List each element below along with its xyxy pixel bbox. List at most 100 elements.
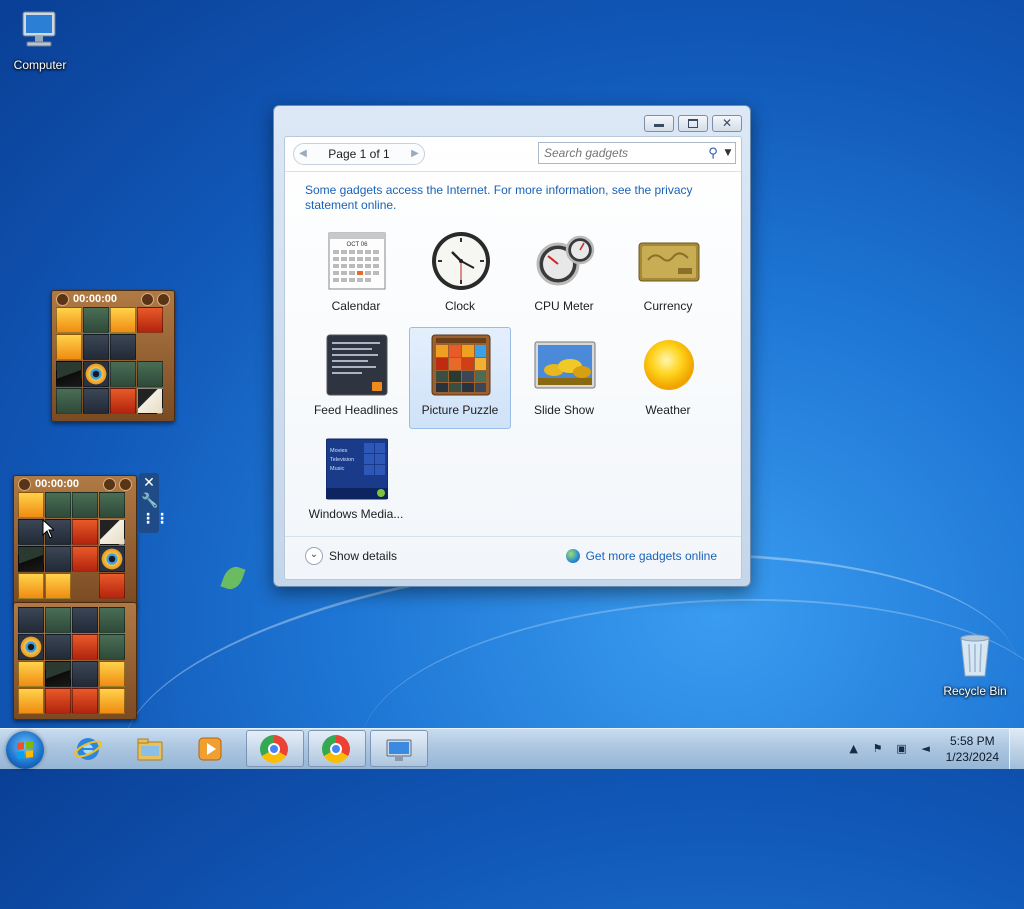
puzzle-tile[interactable] bbox=[72, 688, 98, 714]
puzzle-tile[interactable] bbox=[110, 361, 136, 387]
previous-page-icon[interactable]: ◀ bbox=[294, 145, 312, 163]
gadget-tile-clock[interactable]: Clock bbox=[409, 223, 511, 325]
puzzle-tile[interactable] bbox=[18, 546, 44, 572]
action-center-icon[interactable]: ⚑ bbox=[870, 741, 886, 757]
puzzle-tile[interactable] bbox=[45, 634, 71, 660]
puzzle-tile[interactable] bbox=[83, 361, 109, 387]
search-input[interactable] bbox=[539, 144, 705, 162]
taskbar-windows-explorer[interactable] bbox=[122, 730, 180, 767]
slide-show-icon bbox=[534, 341, 596, 389]
drag-handle-icon[interactable]: ⋮⋮ bbox=[141, 511, 169, 527]
puzzle-tile[interactable] bbox=[99, 661, 125, 687]
puzzle-tile[interactable] bbox=[56, 361, 82, 387]
timer-icon[interactable] bbox=[56, 292, 69, 306]
puzzle-tile[interactable] bbox=[56, 388, 82, 414]
maximize-button[interactable] bbox=[678, 115, 708, 132]
picture-puzzle-gadget[interactable]: 00:00:00 bbox=[51, 290, 175, 422]
puzzle-tile[interactable] bbox=[72, 492, 98, 518]
taskbar-internet-explorer[interactable] bbox=[60, 730, 118, 767]
show-details-button[interactable]: ⌄ Show details bbox=[305, 547, 397, 565]
gadget-tile-feed-headlines[interactable]: Feed Headlines bbox=[305, 327, 407, 429]
puzzle-tile[interactable] bbox=[83, 307, 109, 333]
help-icon[interactable] bbox=[141, 292, 154, 306]
search-icon[interactable]: ⚲ bbox=[705, 146, 721, 161]
network-icon[interactable]: ▣ bbox=[894, 741, 910, 757]
puzzle-tile[interactable] bbox=[45, 661, 71, 687]
solve-icon[interactable] bbox=[119, 477, 132, 491]
puzzle-tile[interactable] bbox=[45, 688, 71, 714]
puzzle-tile[interactable] bbox=[18, 492, 44, 518]
close-icon[interactable]: ✕ bbox=[141, 475, 157, 491]
puzzle-tile[interactable] bbox=[72, 519, 98, 545]
taskbar-media-player[interactable] bbox=[182, 730, 240, 767]
show-desktop-button[interactable] bbox=[1009, 729, 1024, 769]
chrome-icon bbox=[322, 735, 352, 765]
picture-puzzle-gadget[interactable] bbox=[13, 602, 137, 720]
puzzle-tile[interactable] bbox=[45, 546, 71, 572]
gadget-tile-calendar[interactable]: OCT 06 Calendar bbox=[305, 223, 407, 325]
puzzle-tile[interactable] bbox=[99, 634, 125, 660]
gadget-tile-currency[interactable]: Currency bbox=[617, 223, 719, 325]
puzzle-tile[interactable] bbox=[99, 492, 125, 518]
gadget-tile-slide-show[interactable]: Slide Show bbox=[513, 327, 615, 429]
puzzle-tile[interactable] bbox=[137, 388, 163, 414]
puzzle-tile[interactable] bbox=[110, 388, 136, 414]
puzzle-tile[interactable] bbox=[72, 634, 98, 660]
taskbar-remote-desktop[interactable] bbox=[370, 730, 428, 767]
options-icon[interactable]: 🔧 bbox=[141, 493, 158, 509]
privacy-info-link[interactable]: Some gadgets access the Internet. For mo… bbox=[305, 183, 725, 213]
desktop-icon-recycle-bin[interactable]: Recycle Bin bbox=[935, 630, 1015, 698]
gadget-tile-weather[interactable]: Weather bbox=[617, 327, 719, 429]
gadget-toolbar: ✕ 🔧 ⋮⋮ bbox=[139, 473, 169, 533]
puzzle-tile[interactable] bbox=[110, 334, 136, 360]
windows-media-icon: Movies Television Music bbox=[326, 438, 388, 500]
start-button[interactable] bbox=[6, 731, 44, 769]
puzzle-empty-slot bbox=[72, 573, 98, 599]
puzzle-tile[interactable] bbox=[137, 361, 163, 387]
next-page-icon[interactable]: ▶ bbox=[406, 145, 424, 163]
puzzle-tile[interactable] bbox=[99, 546, 125, 572]
puzzle-tile[interactable] bbox=[110, 307, 136, 333]
puzzle-tile[interactable] bbox=[18, 573, 44, 599]
puzzle-tile[interactable] bbox=[45, 607, 71, 633]
puzzle-tile[interactable] bbox=[18, 688, 44, 714]
search-box: ⚲ ▼ bbox=[538, 142, 736, 164]
puzzle-tile[interactable] bbox=[45, 573, 71, 599]
volume-muted-icon[interactable]: ◄ bbox=[918, 741, 934, 757]
puzzle-tile[interactable] bbox=[56, 307, 82, 333]
gadget-tile-windows-media[interactable]: Movies Television Music Windows Media... bbox=[305, 431, 407, 533]
taskbar-chrome-1[interactable] bbox=[246, 730, 304, 767]
puzzle-tile[interactable] bbox=[72, 661, 98, 687]
puzzle-tile[interactable] bbox=[137, 307, 163, 333]
show-hidden-icons-icon[interactable]: ▲ bbox=[846, 741, 862, 757]
puzzle-tile[interactable] bbox=[18, 661, 44, 687]
puzzle-tile[interactable] bbox=[99, 607, 125, 633]
gadget-tile-cpu-meter[interactable]: CPU Meter bbox=[513, 223, 615, 325]
puzzle-tile[interactable] bbox=[99, 573, 125, 599]
feed-headlines-icon bbox=[326, 334, 388, 396]
puzzle-tile[interactable] bbox=[99, 519, 125, 545]
taskbar-clock[interactable]: 5:58 PM 1/23/2024 bbox=[946, 733, 999, 765]
get-more-gadgets-link[interactable]: Get more gadgets online bbox=[565, 549, 717, 563]
puzzle-tile[interactable] bbox=[72, 607, 98, 633]
puzzle-tile[interactable] bbox=[18, 634, 44, 660]
puzzle-tile[interactable] bbox=[83, 334, 109, 360]
picture-puzzle-gadget[interactable]: 00:00:00 bbox=[13, 475, 137, 607]
close-button[interactable]: ✕ bbox=[712, 115, 742, 132]
gadget-tile-picture-puzzle[interactable]: Picture Puzzle bbox=[409, 327, 511, 429]
puzzle-tile[interactable] bbox=[18, 607, 44, 633]
puzzle-tile[interactable] bbox=[72, 546, 98, 572]
puzzle-tile[interactable] bbox=[83, 388, 109, 414]
gadget-label: Windows Media... bbox=[308, 507, 404, 521]
puzzle-tile[interactable] bbox=[45, 492, 71, 518]
minimize-button[interactable] bbox=[644, 115, 674, 132]
help-icon[interactable] bbox=[103, 477, 116, 491]
puzzle-tile[interactable] bbox=[99, 688, 125, 714]
taskbar-chrome-2[interactable] bbox=[308, 730, 366, 767]
solve-icon[interactable] bbox=[157, 292, 170, 306]
puzzle-tile[interactable] bbox=[56, 334, 82, 360]
puzzle-tile[interactable] bbox=[18, 519, 44, 545]
timer-icon[interactable] bbox=[18, 477, 31, 491]
chevron-down-icon[interactable]: ▼ bbox=[721, 148, 735, 158]
desktop-icon-computer[interactable]: Computer bbox=[0, 8, 80, 72]
